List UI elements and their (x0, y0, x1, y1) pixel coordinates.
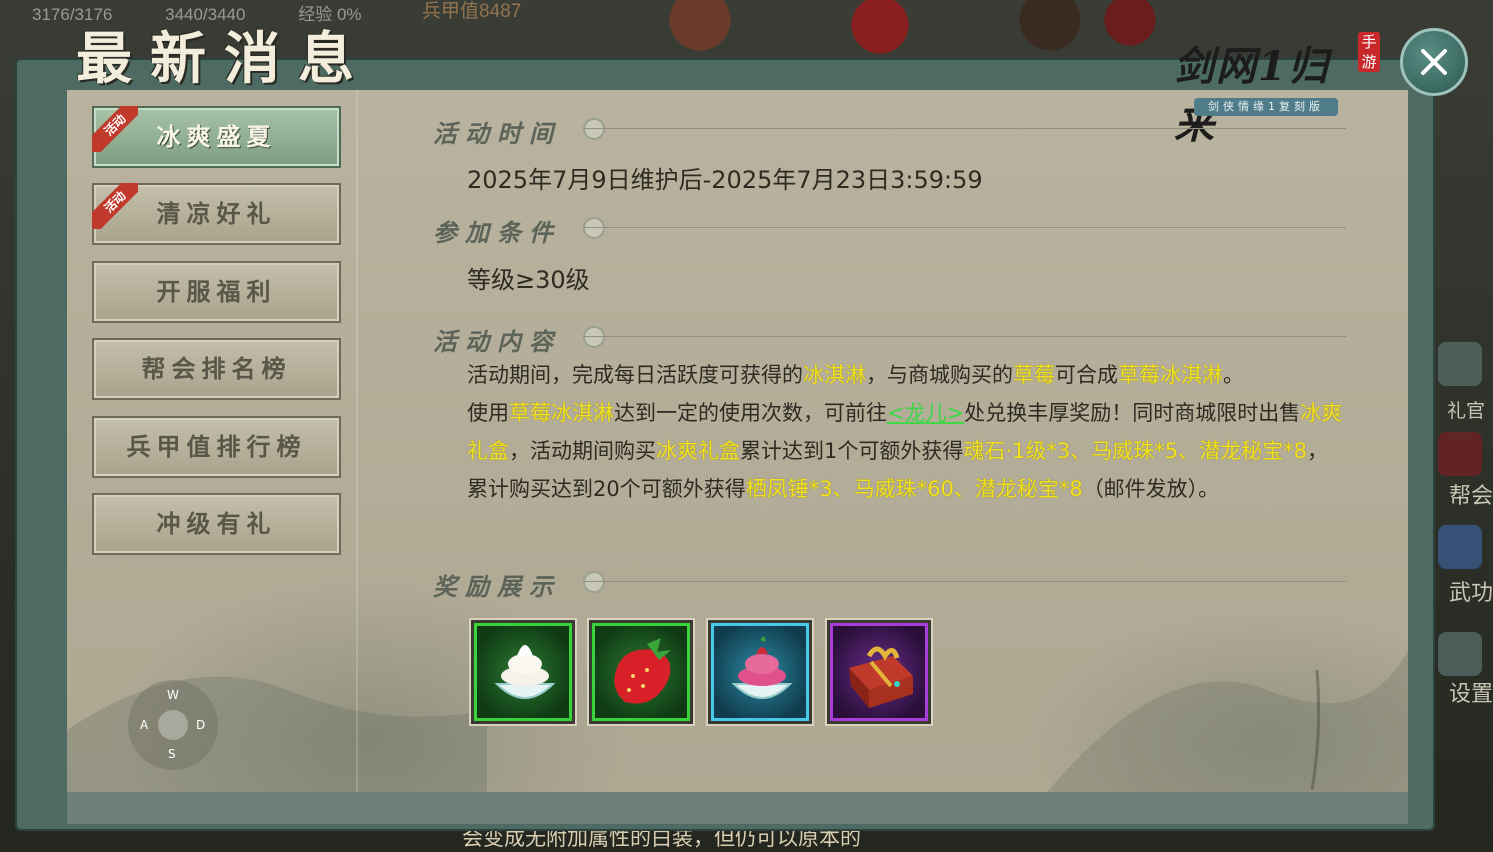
side-skill-label: 武功 (1448, 580, 1493, 605)
key-down-label: S (168, 747, 176, 761)
flower-knot-icon (583, 118, 605, 140)
tab-level-gift[interactable]: 冲级有礼 (92, 493, 341, 555)
strawberry-icon (614, 638, 671, 704)
strawberry-ice-cream-icon (731, 636, 793, 699)
side-guild-label: 帮会 (1448, 483, 1493, 508)
gift-box-icon (849, 646, 913, 708)
content-paragraph-1: 活动期间，完成每日活跃度可获得的冰淇淋，与商城购买的草莓可合成草莓冰淇淋。 (467, 363, 1244, 387)
event-condition-value: 等级≥30级 (467, 266, 590, 294)
ice-cream-icon (494, 645, 556, 699)
logo-text: 剑网1归来 (1174, 43, 1330, 148)
event-time-value: 2025年7月9日维护后-2025年7月23日3:59:59 (467, 166, 983, 194)
tab-server-welfare[interactable]: 开服福利 (92, 261, 341, 323)
tab-label: 冰爽盛夏 (156, 122, 277, 151)
side-gift-label: 礼官 (1446, 401, 1485, 422)
close-icon (1421, 49, 1447, 75)
tab-label: 帮会排名榜 (141, 354, 292, 383)
npc-link-longer[interactable]: <龙儿> (887, 401, 964, 425)
tab-label: 冲级有礼 (156, 509, 277, 538)
content-paragraph-2: 使用草莓冰淇淋达到一定的使用次数，可前往<龙儿>处兑换丰厚奖励！同时商城限时出售… (467, 401, 1343, 501)
tab-label: 清凉好礼 (156, 199, 277, 228)
tab-icy-summer[interactable]: 活动 冰爽盛夏 (92, 106, 341, 168)
flower-knot-icon (583, 217, 605, 239)
reward-item-strawberry[interactable] (587, 618, 695, 726)
tab-label: 兵甲值排行榜 (126, 432, 307, 461)
reward-item-gift-box[interactable] (825, 618, 933, 726)
key-left-label: A (140, 718, 149, 732)
event-content-text: 活动期间，完成每日活跃度可获得的冰淇淋，与商城购买的草莓可合成草莓冰淇淋。 使用… (467, 356, 1347, 508)
skill-book-icon[interactable] (1438, 525, 1482, 569)
power-value: 兵甲值8487 (422, 1, 522, 22)
joystick-knob[interactable] (158, 710, 188, 740)
section-title-condition: 参加条件 (433, 218, 561, 247)
window-title: 最新消息 (76, 26, 372, 92)
tab-content-divider (356, 90, 358, 792)
section-title-time: 活动时间 (433, 119, 561, 148)
close-button[interactable] (1400, 28, 1468, 96)
section-line (584, 227, 1346, 228)
gift-officer-icon[interactable] (1438, 342, 1482, 386)
game-logo: 剑网1归来 手游 剑侠情缘1复刻版 (1168, 28, 1380, 148)
key-up-label: W (167, 688, 179, 702)
window-footer-bar (67, 792, 1408, 824)
reward-item-ice-cream[interactable] (469, 618, 577, 726)
tab-power-ranking[interactable]: 兵甲值排行榜 (92, 416, 341, 478)
logo-seal: 手游 (1358, 32, 1380, 72)
guild-icon[interactable] (1438, 432, 1482, 476)
tab-guild-ranking[interactable]: 帮会排名榜 (92, 338, 341, 400)
section-title-rewards: 奖励展示 (433, 572, 561, 601)
movement-joystick[interactable]: W A D S (128, 680, 218, 770)
section-line (584, 128, 1346, 129)
section-line (584, 581, 1346, 582)
tab-cool-gift[interactable]: 活动 清凉好礼 (92, 183, 341, 245)
flower-knot-icon (583, 571, 605, 593)
logo-subtitle: 剑侠情缘1复刻版 (1194, 98, 1338, 116)
section-title-content: 活动内容 (433, 327, 561, 356)
event-badge: 活动 (92, 106, 138, 152)
key-right-label: D (196, 718, 206, 732)
side-settings-label: 设置 (1448, 681, 1493, 706)
event-badge: 活动 (92, 183, 138, 229)
tab-label: 开服福利 (156, 277, 277, 306)
flower-knot-icon (583, 326, 605, 348)
settings-icon[interactable] (1438, 632, 1482, 676)
section-line (584, 336, 1346, 337)
reward-item-strawberry-ice-cream[interactable] (706, 618, 814, 726)
